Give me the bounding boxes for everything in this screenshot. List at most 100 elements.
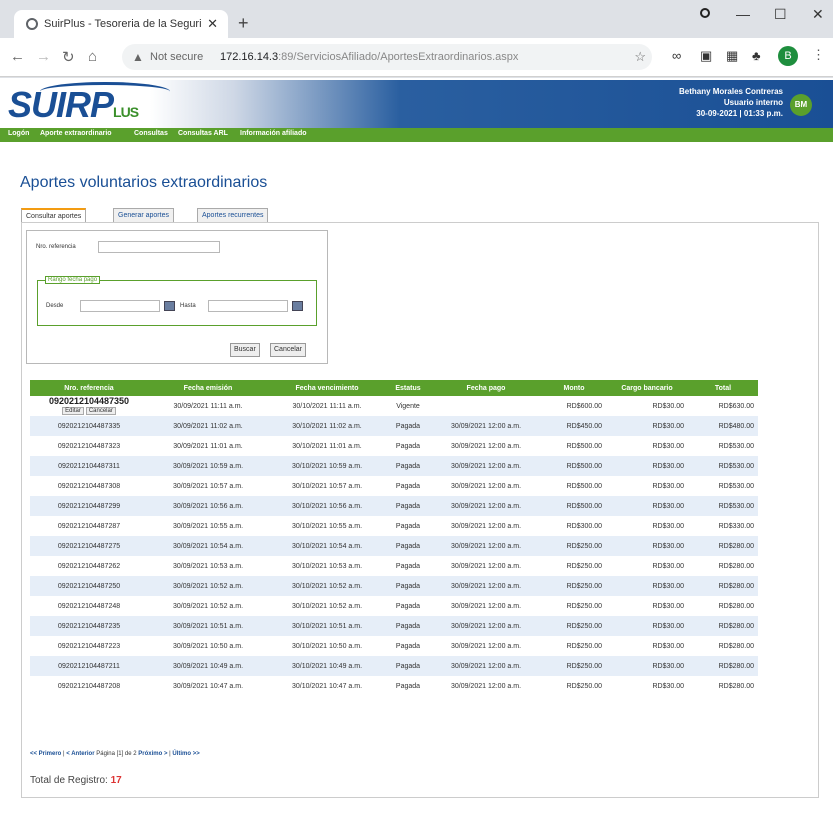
pager-last[interactable]: Último >>	[172, 751, 199, 757]
cell-fecha-emision: 30/09/2021 10:54 a.m.	[148, 536, 268, 556]
col-cargo-bancario[interactable]: Cargo bancario	[606, 380, 688, 396]
user-datetime: 30-09-2021 | 01:33 p.m.	[696, 109, 783, 118]
cell-fecha-vencimiento: 30/10/2021 10:53 a.m.	[291, 562, 363, 570]
table-row: 0920212104487299 30/09/2021 10:56 a.m. 30/…	[30, 496, 758, 516]
user-avatar[interactable]: BM	[790, 94, 812, 116]
cell-monto: RD$450.00	[542, 416, 606, 436]
cell-fecha-vencimiento: 30/10/2021 10:49 a.m.	[268, 656, 386, 676]
profile-avatar[interactable]: B	[778, 46, 798, 66]
cell-total: RD$630.00	[718, 402, 754, 410]
cell-fecha-vencimiento: 30/10/2021 10:52 a.m.	[291, 602, 363, 610]
reload-icon[interactable]: ↻	[62, 48, 75, 66]
menu-item-consultas-arl[interactable]: Consultas ARL	[178, 130, 228, 137]
maximize-icon[interactable]: ☐	[774, 6, 787, 23]
forward-icon[interactable]: →	[36, 48, 51, 65]
aportes-table: Nro. referencia Fecha emisión Fecha venc…	[30, 380, 758, 696]
site-favicon-icon	[26, 18, 38, 30]
table-row: 0920212104487250 30/09/2021 10:52 a.m. 30/…	[30, 576, 758, 596]
browser-tab[interactable]: SuirPlus - Tesoreria de la Seguri ✕	[14, 10, 228, 38]
menu-item-aporte-extraordinario[interactable]: Aporte extraordinario	[40, 130, 112, 137]
main-menu: Logón Aporte extraordinario Consultas Co…	[0, 128, 833, 142]
pager-next[interactable]: Próximo >	[138, 751, 167, 757]
bookmark-star-icon[interactable]: ☆	[634, 44, 646, 70]
cell-cargo-bancario: RD$30.00	[652, 602, 684, 610]
cell-fecha-pago: 30/09/2021 12:00 a.m.	[430, 576, 542, 596]
cell-fecha-pago: 30/09/2021 12:00 a.m.	[450, 482, 522, 490]
menu-item-logon[interactable]: Logón	[8, 130, 29, 137]
total-count: 17	[110, 775, 122, 786]
col-fecha-pago[interactable]: Fecha pago	[430, 380, 542, 396]
pager-info: Página [1] de 2	[96, 751, 137, 757]
media-control-icon[interactable]	[700, 8, 710, 18]
browser-menu-icon[interactable]: ⋮	[812, 47, 825, 63]
total-records: Total de Registro: 17	[30, 775, 122, 786]
menu-item-consultas[interactable]: Consultas	[134, 130, 168, 137]
cell-estatus: Vigente	[396, 402, 420, 410]
cell-estatus: Pagada	[395, 522, 421, 530]
cell-fecha-emision: 30/09/2021 11:01 a.m.	[173, 442, 243, 450]
col-fecha-emision[interactable]: Fecha emisión	[148, 380, 268, 396]
new-tab-icon[interactable]: +	[238, 13, 249, 34]
cell-nro-referencia: 0920212104487208	[57, 682, 121, 690]
cell-monto: RD$300.00	[566, 522, 602, 530]
back-icon[interactable]: ←	[10, 48, 25, 65]
buscar-button[interactable]: Buscar	[230, 343, 260, 357]
cell-monto: RD$600.00	[566, 402, 602, 410]
editar-button[interactable]: Editar	[62, 407, 84, 415]
url-text: 172.16.14.3:89/ServiciosAfiliado/Aportes…	[220, 51, 519, 63]
window-close-icon[interactable]: ✕	[812, 6, 824, 23]
table-row: 0920212104487275 30/09/2021 10:54 a.m. 30/…	[30, 536, 758, 556]
table-row: 0920212104487350 Editar Cancelar 30/09/2021…	[30, 396, 758, 416]
cell-fecha-vencimiento: 30/10/2021 10:56 a.m.	[268, 496, 386, 516]
menu-item-informacion-afiliado[interactable]: Información afiliado	[240, 130, 307, 137]
cell-cargo-bancario: RD$30.00	[652, 442, 684, 450]
extensions-puzzle-icon[interactable]: ♣	[752, 48, 761, 63]
ref-input[interactable]	[98, 241, 220, 253]
home-icon[interactable]: ⌂	[88, 48, 97, 65]
cell-fecha-pago: 30/09/2021 12:00 a.m.	[450, 562, 522, 570]
cell-nro-referencia: 0920212104487223	[57, 642, 121, 650]
cancelar-row-button[interactable]: Cancelar	[85, 407, 116, 415]
table-row: 0920212104487335 30/09/2021 11:02 a.m. 30/…	[30, 416, 758, 436]
col-monto[interactable]: Monto	[542, 380, 606, 396]
cell-cargo-bancario: RD$30.00	[652, 682, 684, 690]
desde-calendar-icon[interactable]	[164, 301, 175, 311]
cell-fecha-emision: 30/09/2021 10:56 a.m.	[148, 496, 268, 516]
desde-input[interactable]	[80, 300, 160, 312]
cell-fecha-pago: 30/09/2021 12:00 a.m.	[450, 602, 522, 610]
address-bar[interactable]: ▲ Not secure 172.16.14.3:89/ServiciosAfi…	[122, 44, 652, 70]
hasta-input[interactable]	[208, 300, 288, 312]
col-nro-referencia[interactable]: Nro. referencia	[30, 380, 148, 396]
tab-generar-aportes[interactable]: Generar aportes	[113, 208, 174, 222]
cell-monto: RD$250.00	[566, 562, 602, 570]
minimize-icon[interactable]: —	[736, 6, 750, 22]
cell-nro-referencia: 0920212104487299	[30, 496, 148, 516]
pager-prev[interactable]: < Anterior	[66, 751, 94, 757]
cell-fecha-vencimiento: 30/10/2021 10:57 a.m.	[291, 482, 363, 490]
col-fecha-vencimiento[interactable]: Fecha vencimiento	[268, 380, 386, 396]
cell-nro-referencia: 0920212104487248	[57, 602, 121, 610]
cell-estatus: Pagada	[386, 456, 430, 476]
cell-fecha-vencimiento: 30/10/2021 11:01 a.m.	[292, 442, 362, 450]
tab-close-icon[interactable]: ✕	[207, 16, 218, 32]
total-label: Total de Registro:	[30, 775, 108, 786]
cell-monto: RD$250.00	[542, 656, 606, 676]
col-estatus[interactable]: Estatus	[386, 380, 430, 396]
cancelar-button[interactable]: Cancelar	[270, 343, 307, 357]
cell-cargo-bancario: RD$30.00	[606, 416, 688, 436]
user-name: Bethany Morales Contreras	[678, 87, 783, 96]
extension-icon-1[interactable]: ∞	[672, 48, 681, 63]
tab-consultar-aportes[interactable]: Consultar aportes	[21, 208, 87, 222]
extension-icon-3[interactable]: ▦	[726, 48, 738, 64]
suirplus-logo[interactable]: SUIRPLUS	[8, 84, 139, 126]
extension-icon-2[interactable]: ▣	[700, 48, 712, 64]
pager-first[interactable]: << Primero	[30, 751, 61, 757]
cell-estatus: Pagada	[386, 616, 430, 636]
tab-aportes-recurrentes[interactable]: Aportes recurrentes	[197, 208, 269, 222]
cell-monto: RD$250.00	[542, 536, 606, 556]
hasta-calendar-icon[interactable]	[292, 301, 303, 311]
cell-total: RD$280.00	[688, 656, 758, 676]
cell-estatus: Pagada	[386, 576, 430, 596]
col-total[interactable]: Total	[688, 380, 758, 396]
table-row: 0920212104487223 30/09/2021 10:50 a.m. 30/…	[30, 636, 758, 656]
